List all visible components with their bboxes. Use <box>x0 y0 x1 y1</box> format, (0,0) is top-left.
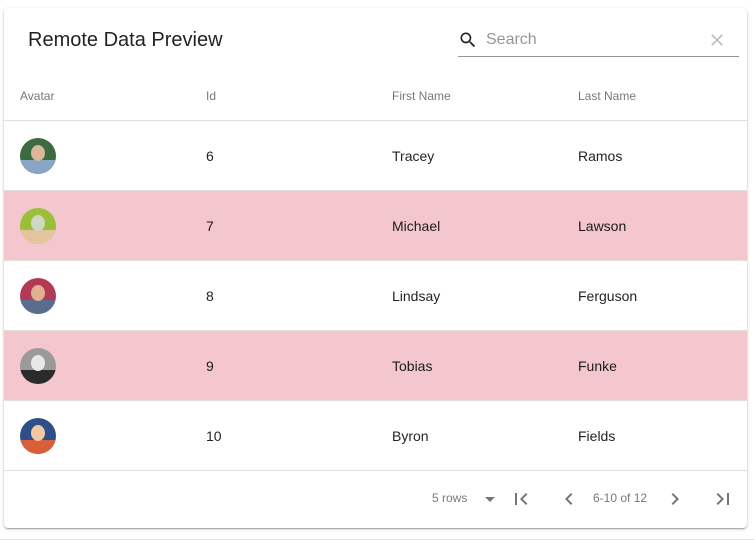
next-page-button[interactable] <box>663 487 687 511</box>
avatar <box>20 137 56 174</box>
last-name-cell: Ferguson <box>562 260 747 331</box>
first-page-button[interactable] <box>509 487 533 511</box>
id-cell: 9 <box>190 330 376 401</box>
data-table-card: Remote Data Preview Avatar Id First Name… <box>4 8 747 528</box>
search-field[interactable] <box>458 24 739 57</box>
first-name-cell: Michael <box>376 190 562 261</box>
table-row[interactable]: 10 Byron Fields <box>4 400 747 471</box>
search-icon <box>458 30 478 50</box>
avatar-cell <box>4 400 190 471</box>
page-divider <box>0 539 754 540</box>
page-range: 6-10 of 12 <box>593 491 648 505</box>
table-toolbar: Remote Data Preview <box>4 8 747 72</box>
search-input[interactable] <box>486 28 696 52</box>
avatar-cell <box>4 190 190 261</box>
column-header-last-name[interactable]: Last Name <box>562 72 747 121</box>
id-cell: 8 <box>190 260 376 331</box>
avatar <box>20 347 56 384</box>
first-name-cell: Lindsay <box>376 260 562 331</box>
clear-search-icon[interactable] <box>707 30 727 50</box>
avatar-cell <box>4 260 190 331</box>
avatar-cell <box>4 330 190 401</box>
table-row[interactable]: 7 Michael Lawson <box>4 190 747 261</box>
avatar <box>20 207 56 244</box>
first-name-cell: Tobias <box>376 330 562 401</box>
last-name-cell: Ramos <box>562 120 747 191</box>
data-table: Avatar Id First Name Last Name 6 Tracey Ra… <box>4 72 747 471</box>
id-cell: 10 <box>190 400 376 471</box>
chevron-left-icon <box>565 493 573 505</box>
dropdown-arrow-icon <box>478 487 502 511</box>
table-title: Remote Data Preview <box>28 29 223 51</box>
previous-page-button[interactable] <box>557 487 581 511</box>
pagination-bar: 5 rows 6-10 of 12 <box>4 471 747 527</box>
id-cell: 7 <box>190 190 376 261</box>
last-name-cell: Funke <box>562 330 747 401</box>
table-header-row: Avatar Id First Name Last Name <box>4 72 747 121</box>
avatar-cell <box>4 120 190 191</box>
chevron-right-icon <box>671 493 679 505</box>
first-page-icon <box>515 493 528 505</box>
last-name-cell: Lawson <box>562 190 747 261</box>
last-name-cell: Fields <box>562 400 747 471</box>
last-page-button[interactable] <box>711 487 735 511</box>
last-page-icon <box>716 493 729 505</box>
avatar <box>20 277 56 314</box>
rows-per-page-select[interactable]: 5 rows <box>432 491 495 505</box>
table-row[interactable]: 8 Lindsay Ferguson <box>4 260 747 331</box>
first-name-cell: Byron <box>376 400 562 471</box>
first-name-cell: Tracey <box>376 120 562 191</box>
table-row[interactable]: 9 Tobias Funke <box>4 330 747 401</box>
id-cell: 6 <box>190 120 376 191</box>
column-header-first-name[interactable]: First Name <box>376 72 562 121</box>
table-row[interactable]: 6 Tracey Ramos <box>4 120 747 191</box>
column-header-avatar[interactable]: Avatar <box>4 72 190 121</box>
rows-per-page-label: 5 rows <box>432 491 468 505</box>
avatar <box>20 417 56 454</box>
column-header-id[interactable]: Id <box>190 72 376 121</box>
